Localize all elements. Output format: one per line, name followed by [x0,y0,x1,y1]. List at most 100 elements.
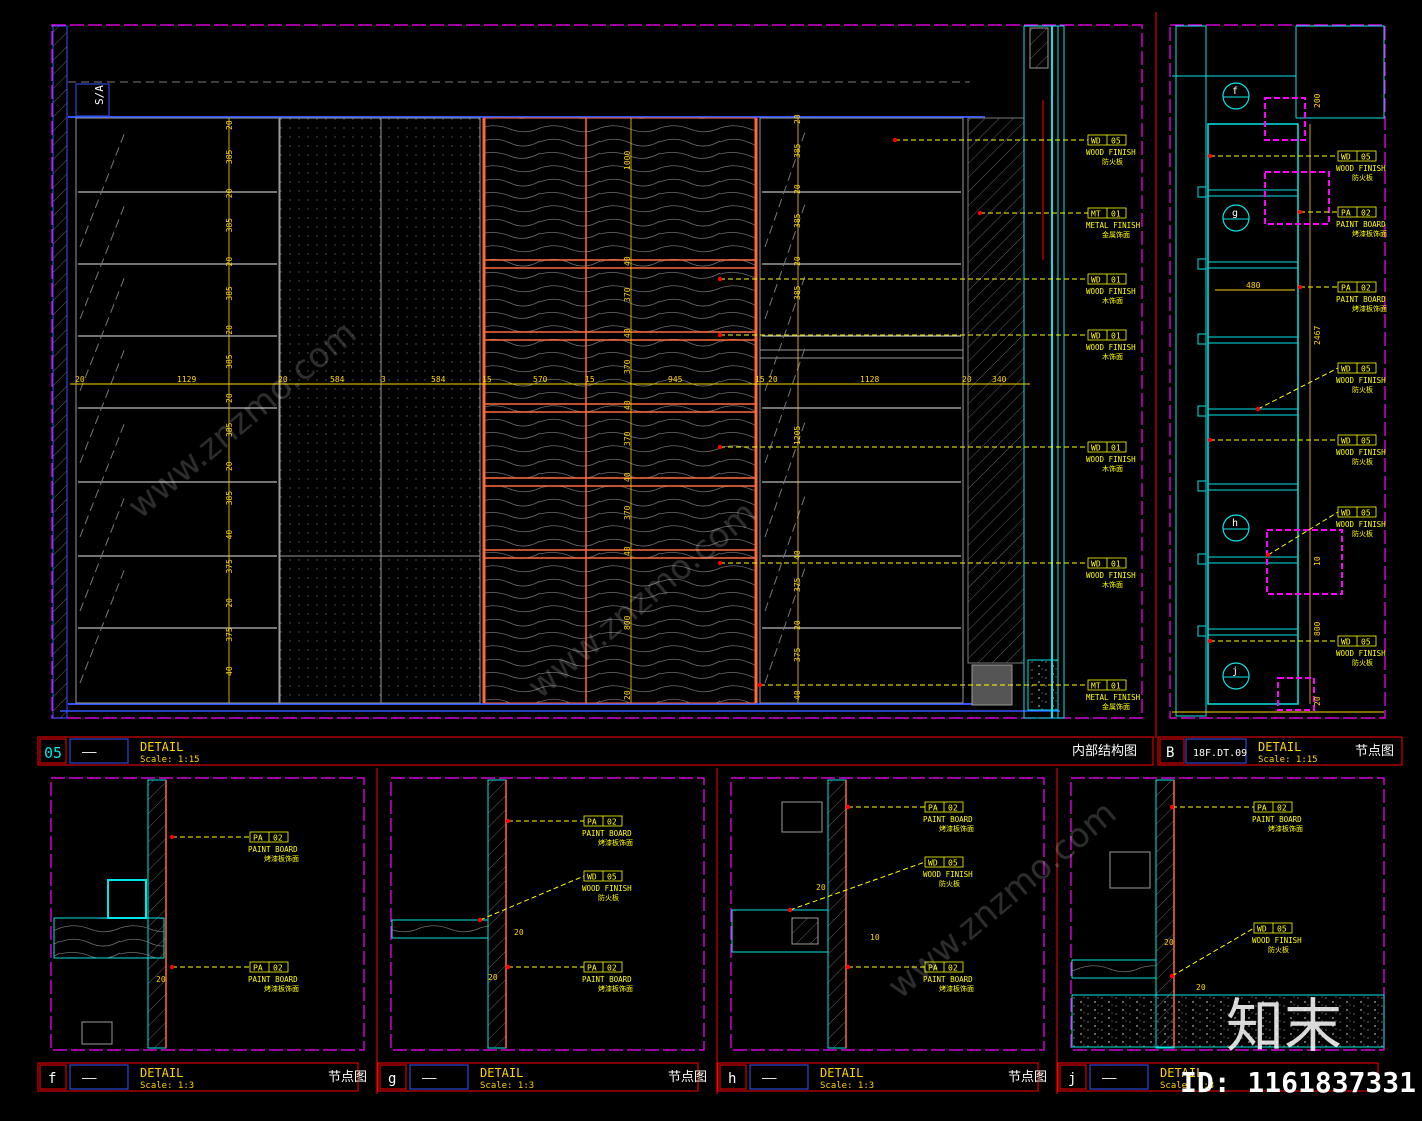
callout-tag: PA 02 PAINT BOARD烤漆板饰面 [1297,206,1387,238]
callout-line1: PAINT BOARD [582,829,632,838]
callout-code: PA [1341,284,1351,293]
cad-drawing-sheet: S/A 20 1129 20 584 3 584 15 570 15 945 15 20 1128 20 3… [37,12,1416,1099]
callout-line2: 烤漆板饰面 [264,984,299,993]
detail-panel-f: 20PA 02PAINT BOARD烤漆板饰面PA 02PAINT BOARD烤漆板… [37,777,367,1092]
leader-line [789,861,926,911]
dim-label: 20 [816,883,826,892]
dim-label: 1128 [860,375,879,384]
dim-label: 1129 [177,375,196,384]
detail-panels: 20PA 02PAINT BOARD烤漆板饰面PA 02PAINT BOARD烤漆板… [37,768,1385,1094]
callout-num: 02 [1361,209,1371,218]
leader-line [1267,511,1339,556]
detail-title: DETAIL [820,1066,863,1080]
callout-code: WD [1341,365,1351,374]
dim-label: 375 [225,559,234,574]
dim-label: 385 [225,286,234,301]
shelf-glass-mark [79,131,126,248]
dim-label: 1205 [793,426,802,445]
dim-label: 15 [755,375,765,384]
callout-tag: WD 05 WOOD FINISH防火板 [1207,150,1386,182]
callout-line1: WOOD FINISH [582,884,632,893]
dim-label: 20 [225,325,234,335]
detail-scale: Scale: 1:3 [140,1081,194,1091]
callout-group: WD 05WOOD FINISH防火板MT 01METAL FINISH金属饰面WD… [717,134,1141,711]
callout-num: 01 [1111,276,1121,285]
callout-code: MT [1091,210,1101,219]
callout-num: 02 [1277,804,1287,813]
detail-title-letter: j [1068,1071,1076,1087]
leader-dot [845,804,851,810]
dim-label: 20 [1164,938,1174,947]
callout-line1: PAINT BOARD [1336,220,1386,229]
leader-dot [757,682,763,688]
callout-tag: WD 05 WOOD FINISH防火板 [1255,362,1386,412]
detail-title-cn: 节点图 [1008,1070,1047,1085]
rung [1207,628,1299,636]
callout-line2: 木饰面 [1102,464,1123,473]
callout-line2: 木饰面 [1102,352,1123,361]
leader-dot [1297,284,1303,290]
dim-label: 20 [156,975,166,984]
dim-label: 2467 [1313,326,1322,345]
shelf-section [53,917,165,959]
callout-tag: PA 02 PAINT BOARD烤漆板饰面 [169,831,299,863]
callout-line2: 烤漆板饰面 [939,984,974,993]
callout-code: WD [587,873,597,882]
section-b-scale: Scale: 1:15 [1258,755,1318,765]
callout-code: WD [1341,437,1351,446]
detail-frame [390,777,705,1051]
detail-title-ref: —— [422,1071,437,1085]
dim-label: 20 [793,256,802,266]
watermark-id: ID: 1161837331 [1180,1066,1416,1099]
detail-title-letter: g [388,1071,396,1087]
dim-label: 385 [225,218,234,233]
wall-section [147,779,167,1049]
callout-num: 02 [607,818,617,827]
detail-scale: Scale: 1:3 [480,1081,534,1091]
callout-line2: 烤漆板饰面 [598,984,633,993]
dim-label: 20 [225,461,234,471]
shelf-glass-mark [79,495,126,612]
section-b: fghj 20048024671080020 WD 05WOOD FINISH防火… [1155,12,1403,766]
detail-title-ref: —— [762,1071,777,1085]
callout-line2: 烤漆板饰面 [598,838,633,847]
dim-label: 385 [225,354,234,369]
callout-num: 01 [1111,444,1121,453]
title-ref-box [409,1064,469,1090]
detail-title: DETAIL [140,1066,183,1080]
callout-line1: WOOD FINISH [1336,448,1386,457]
dim-label: 20 [793,184,802,194]
callout-line1: WOOD FINISH [923,870,973,879]
section-b-title-cn: 节点图 [1355,744,1394,759]
detail-title: DETAIL [480,1066,523,1080]
leader-dot [717,332,723,338]
callout-line2: 防火板 [1352,457,1373,466]
rung [1207,483,1299,491]
callout-num: 02 [607,964,617,973]
shelf-section [391,919,489,939]
callout-code: PA [587,964,597,973]
wall-section [487,779,507,1049]
callout-line2: 金属饰面 [1102,702,1130,711]
callout-line1: PAINT BOARD [923,815,973,824]
sa-tag: S/A [93,85,106,105]
dim-label: 584 [431,375,446,384]
rung-bracket [1197,186,1207,198]
steel-tube [791,917,819,945]
dim-label: 3 [381,375,386,384]
rung [1207,556,1299,564]
callout-code: PA [1341,209,1351,218]
section-b-title-number: B [1166,745,1174,761]
callout-line1: METAL FINISH [1086,221,1141,230]
dim-label: 340 [992,375,1007,384]
rung [1207,189,1299,197]
detail-title-cn: 节点图 [668,1070,707,1085]
callout-line2: 防火板 [598,893,619,902]
detail-panel-g: 2020PA 02PAINT BOARD烤漆板饰面WD 05WOOD FINISH防… [376,768,707,1094]
callout-tag: WD 01 WOOD FINISH木饰面 [717,273,1136,305]
dim-label: 200 [1313,93,1322,108]
callout-line2: 烤漆板饰面 [1352,229,1387,238]
callout-code: PA [1257,804,1267,813]
callout-code: WD [1091,444,1101,453]
leader-dot [1265,552,1271,558]
